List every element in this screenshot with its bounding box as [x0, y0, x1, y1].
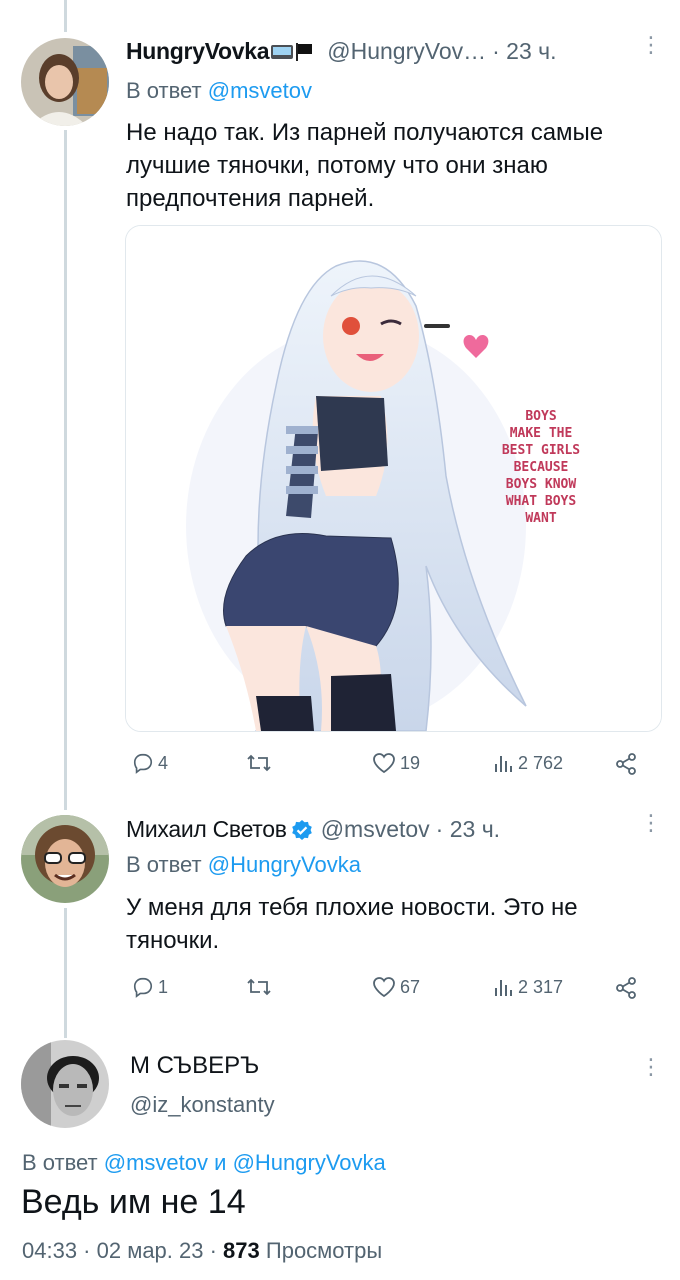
- retweet-icon: [247, 754, 271, 772]
- avatar-msvetov[interactable]: [21, 815, 109, 903]
- share-button[interactable]: [614, 976, 638, 1000]
- tweet2-author-name[interactable]: Михаил Светов: [126, 816, 287, 843]
- tweet1-handle[interactable]: @HungryVov…: [327, 38, 486, 65]
- verified-badge-icon: [291, 819, 313, 841]
- like-button[interactable]: 67: [372, 976, 420, 998]
- reply-icon: [133, 753, 153, 774]
- reply-prefix: В ответ: [126, 78, 202, 103]
- image-caption: BOYS MAKE THE BEST GIRLS BECAUSE BOYS KN…: [501, 409, 581, 526]
- reply-prefix: В ответ: [22, 1150, 98, 1175]
- views-icon: [495, 756, 512, 772]
- avatar-hungryvovka[interactable]: [21, 38, 109, 126]
- reply-button[interactable]: 4: [132, 752, 168, 774]
- tweet1-text: Не надо так. Из парней получаются самые …: [126, 119, 604, 212]
- avatar-iz-konstanty[interactable]: [21, 1040, 109, 1128]
- share-button[interactable]: [614, 752, 638, 776]
- tweet1-name-emoji: [271, 42, 313, 61]
- thread-line-top: [64, 0, 67, 32]
- tweet2-handle[interactable]: @msvetov: [321, 816, 430, 843]
- like-button[interactable]: 19: [372, 752, 420, 774]
- more-vertical-icon[interactable]: ⋮: [640, 34, 662, 56]
- tweet3-meta: 04:33 · 02 мар. 23 · 873 Просмотры: [22, 1238, 382, 1264]
- tweet2-text: У меня для тебя плохие новости. Это не т…: [126, 894, 578, 954]
- thread-line-1: [64, 130, 67, 810]
- mention-link[interactable]: @msvetov: [208, 78, 312, 103]
- tweet1-time[interactable]: · 23 ч.: [492, 38, 556, 65]
- tweet1-header: HungryVovka @HungryVov… · 23 ч.: [126, 38, 557, 65]
- retweet-button[interactable]: [246, 752, 276, 774]
- tweet3-reply-to: В ответ @msvetov и @HungryVovka: [22, 1150, 386, 1176]
- reply-button[interactable]: 1: [132, 976, 168, 998]
- heart-icon: [373, 753, 395, 774]
- laptop-icon: [271, 44, 294, 59]
- tweet1-reply-to: В ответ @msvetov: [126, 78, 312, 104]
- more-vertical-icon[interactable]: ⋮: [640, 1056, 662, 1078]
- tweet3-text: Ведь им не 14: [21, 1183, 246, 1221]
- tweet2-reply-to: В ответ @HungryVovka: [126, 852, 361, 878]
- tweet2-time[interactable]: · 23 ч.: [436, 816, 500, 843]
- tweet2-header: Михаил Светов @msvetov · 23 ч.: [126, 816, 500, 843]
- retweet-icon: [247, 978, 271, 996]
- mention-link-hungryvovka[interactable]: @HungryVovka: [233, 1150, 386, 1175]
- tweet3-author-name[interactable]: М СЪВЕРЪ: [130, 1052, 259, 1080]
- thread-line-2: [64, 908, 67, 1038]
- mention-link[interactable]: @HungryVovka: [208, 852, 361, 877]
- black-flag-icon: [295, 42, 313, 61]
- reply-prefix: В ответ: [126, 852, 202, 877]
- tweet3-handle[interactable]: @iz_konstanty: [130, 1092, 275, 1118]
- tweet1-author-name[interactable]: HungryVovka: [126, 38, 270, 65]
- tweet3-views-label: Просмотры: [265, 1238, 383, 1263]
- tweet3-views-count: 873: [223, 1238, 260, 1263]
- more-vertical-icon[interactable]: ⋮: [640, 812, 662, 834]
- heart-icon: [373, 977, 395, 998]
- tweet1-media-image[interactable]: BOYS MAKE THE BEST GIRLS BECAUSE BOYS KN…: [125, 225, 662, 732]
- share-icon: [616, 977, 636, 999]
- views-button[interactable]: 2 317: [494, 976, 563, 998]
- share-icon: [616, 753, 636, 775]
- views-icon: [495, 980, 512, 996]
- retweet-button[interactable]: [246, 976, 276, 998]
- reply-and: и: [214, 1150, 227, 1175]
- mention-link-msvetov[interactable]: @msvetov: [104, 1150, 208, 1175]
- views-button[interactable]: 2 762: [494, 752, 563, 774]
- reply-icon: [133, 977, 153, 998]
- tweet3-timestamp[interactable]: 04:33 · 02 мар. 23 ·: [22, 1238, 217, 1263]
